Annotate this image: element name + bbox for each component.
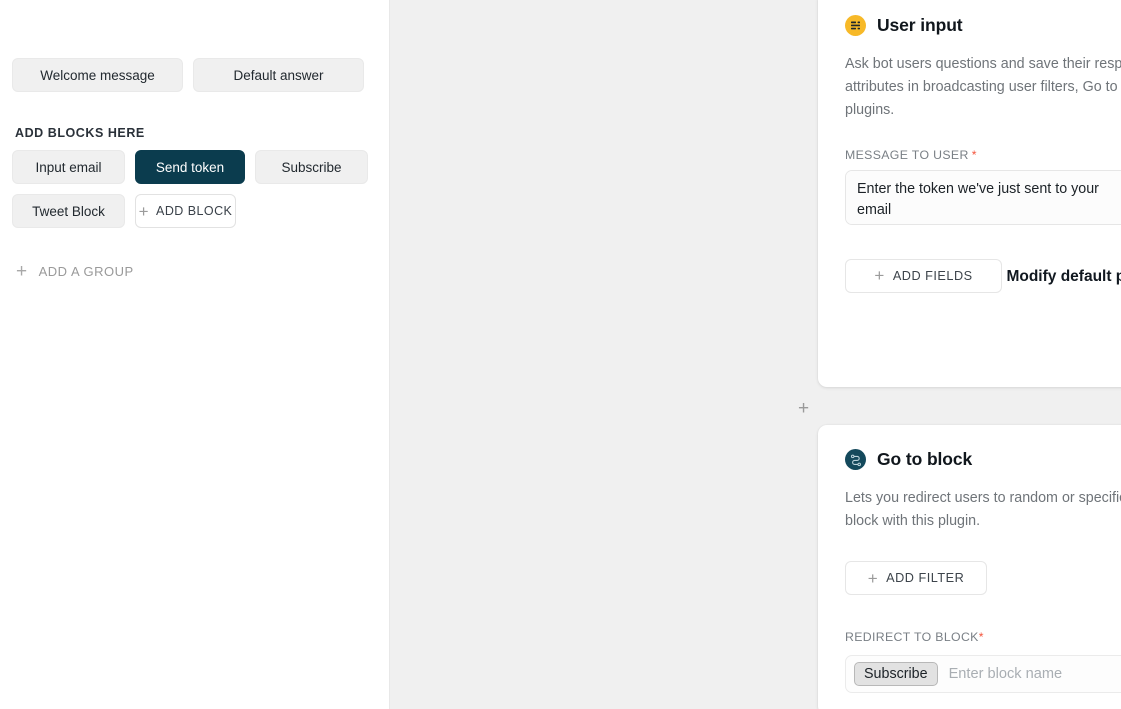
- sidebar-block-welcome-message[interactable]: Welcome message: [12, 58, 183, 92]
- required-marker: *: [972, 148, 977, 162]
- plus-icon: +: [16, 262, 28, 281]
- add-filter-label: ADD FILTER: [886, 571, 964, 585]
- message-to-user-input[interactable]: [845, 170, 1121, 225]
- go-to-block-plugin-card: Go to block Lets you redirect users to r…: [818, 425, 1121, 709]
- sidebar-block-label: Default answer: [233, 68, 323, 83]
- sidebar-block-input-email[interactable]: Input email: [12, 150, 125, 184]
- sidebar-block-send-token[interactable]: Send token: [135, 150, 245, 184]
- add-fields-label: ADD FIELDS: [893, 269, 973, 283]
- redirect-input-placeholder: Enter block name: [949, 666, 1063, 682]
- user-input-fields-row: MESSAGE TO USER* VALIDATION None: [845, 148, 1121, 230]
- plugin-canvas: + ? User input: [390, 0, 1121, 709]
- user-input-card-title: User input: [877, 15, 963, 36]
- add-a-group-button[interactable]: + ADD A GROUP: [16, 262, 377, 281]
- blocks-sidebar: Welcome message Default answer ADD BLOCK…: [0, 0, 390, 709]
- go-to-block-card-title: Go to block: [877, 449, 972, 470]
- message-to-user-label-text: MESSAGE TO USER: [845, 148, 969, 162]
- sidebar-block-label: Welcome message: [40, 68, 155, 83]
- add-filter-button[interactable]: + ADD FILTER: [845, 561, 987, 595]
- redirect-label-text: REDIRECT TO BLOCK: [845, 630, 979, 644]
- app-root: Welcome message Default answer ADD BLOCK…: [0, 0, 1121, 709]
- add-fields-button[interactable]: + ADD FIELDS: [845, 259, 1002, 293]
- redirect-to-block-header: REDIRECT TO BLOCK* RANDOM: [845, 628, 1121, 646]
- add-a-group-label: ADD A GROUP: [39, 264, 134, 279]
- modify-default-plugin-phrases-link[interactable]: Modify default plugin phrases ›: [1006, 268, 1121, 286]
- user-input-card-header: User input: [845, 15, 1121, 36]
- sidebar-block-label: Send token: [156, 160, 224, 175]
- sidebar-block-tweet-block[interactable]: Tweet Block: [12, 194, 125, 228]
- sidebar-block-default-answer[interactable]: Default answer: [193, 58, 364, 92]
- sidebar-block-label: Tweet Block: [32, 204, 105, 219]
- go-to-block-plugin-icon: [845, 449, 866, 470]
- message-to-user-label: MESSAGE TO USER*: [845, 148, 1121, 162]
- sidebar-block-label: Input email: [35, 160, 101, 175]
- add-plugin-between-icon[interactable]: +: [795, 400, 812, 417]
- custom-blocks-row: Input email Send token Subscribe Tweet B…: [12, 150, 377, 228]
- go-to-block-card-description: Lets you redirect users to random or spe…: [845, 487, 1121, 533]
- plus-icon: +: [139, 203, 149, 220]
- add-block-label: ADD BLOCK: [156, 204, 232, 218]
- add-blocks-here-label: ADD BLOCKS HERE: [15, 126, 377, 140]
- user-input-card-description: Ask bot users questions and save their r…: [845, 53, 1121, 122]
- sidebar-block-subscribe[interactable]: Subscribe: [255, 150, 368, 184]
- user-input-card-body: ? User input Ask bot users questions an: [818, 0, 1121, 293]
- go-to-block-card-header: Go to block: [845, 449, 1121, 470]
- sidebar-block-label: Subscribe: [281, 160, 341, 175]
- user-input-plugin-card: ? User input Ask bot users questions an: [818, 0, 1121, 387]
- modify-link-label: Modify default plugin phrases: [1006, 268, 1121, 286]
- selected-block-chip[interactable]: Subscribe: [854, 662, 938, 686]
- redirect-to-block-input[interactable]: Subscribe Enter block name: [845, 655, 1121, 693]
- go-to-block-card-body: Go to block Lets you redirect users to r…: [818, 425, 1121, 693]
- plus-icon: +: [874, 267, 884, 284]
- default-blocks-row: Welcome message Default answer: [12, 58, 377, 92]
- redirect-to-block-label: REDIRECT TO BLOCK*: [845, 630, 984, 644]
- add-block-button[interactable]: + ADD BLOCK: [135, 194, 236, 228]
- user-input-plugin-icon: [845, 15, 866, 36]
- plus-icon: +: [868, 570, 878, 587]
- required-marker: *: [979, 630, 984, 644]
- message-to-user-field: MESSAGE TO USER*: [845, 148, 1121, 230]
